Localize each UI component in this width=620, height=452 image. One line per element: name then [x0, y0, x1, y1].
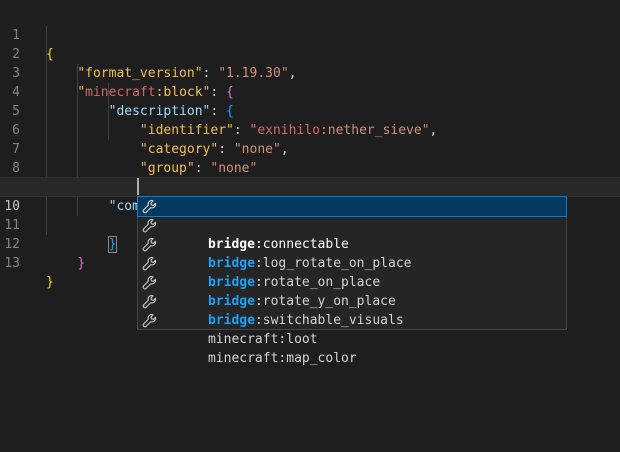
code-line[interactable]: 4 "description": { [0, 64, 620, 119]
code-line[interactable]: 3 "minecraft:block": { [0, 45, 620, 100]
code-line[interactable]: 9 "components": { [0, 159, 620, 215]
code-text: } [46, 275, 54, 290]
wrench-icon [142, 294, 157, 309]
wrench-icon [142, 199, 157, 214]
wrench-icon [142, 218, 157, 233]
suggestion-item[interactable]: minecraft:loot [138, 292, 566, 347]
code-line[interactable]: 2 "format_version": "1.19.30", [0, 26, 620, 81]
suggestion-label-prefix: minecraft [207, 351, 279, 366]
code-text: } [77, 256, 86, 271]
wrench-icon [142, 256, 157, 271]
code-line[interactable]: 7 "group": "none" [0, 121, 620, 176]
line-number: 13 [4, 256, 20, 271]
code-line-current[interactable]: 10 [0, 177, 620, 214]
suggestion-item[interactable]: bridge:switchable_visuals [138, 273, 566, 328]
code-line[interactable]: 6 "category": "none", [0, 102, 620, 157]
code-line[interactable]: 8 }, [0, 140, 620, 195]
wrench-icon [142, 313, 157, 328]
autocomplete-suggestions[interactable]: bridge:connectable bridge:log_rotate_on_… [137, 196, 567, 366]
suggestion-item[interactable]: minecraft:map_color [138, 311, 566, 366]
code-editor[interactable]: 1 { 2 "format_version": "1.19.30", 3 "mi… [0, 0, 620, 452]
suggestion-item[interactable]: bridge:connectable [137, 196, 567, 252]
suggestion-item[interactable]: bridge:log_rotate_on_place [138, 216, 566, 271]
suggestion-label-prefix: minecraft [207, 332, 279, 347]
suggestion-item[interactable]: bridge:rotate_y_on_place [138, 254, 566, 309]
code-line[interactable]: 1 { [0, 7, 620, 62]
code-line[interactable]: 5 "identifier": "exnihilo:nether_sieve", [0, 83, 620, 138]
wrench-icon [142, 237, 157, 252]
wrench-icon [142, 275, 157, 290]
suggestion-label: :loot [278, 332, 318, 347]
text-cursor [137, 178, 139, 195]
suggestion-item[interactable]: bridge:rotate_on_place [138, 235, 566, 290]
suggestion-label: :map_color [278, 351, 357, 366]
